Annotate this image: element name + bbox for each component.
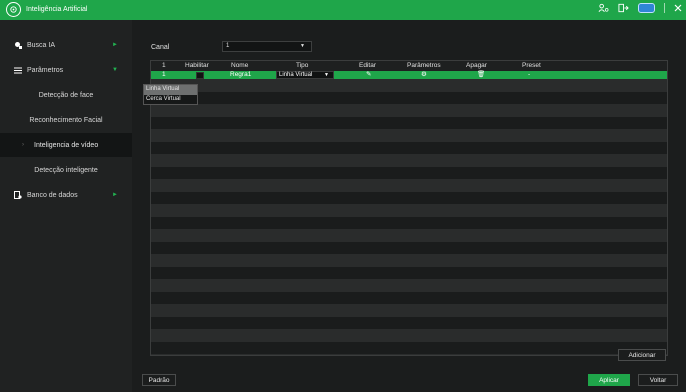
padrao-button[interactable]: Padrão <box>142 374 176 386</box>
empty-table-row <box>151 191 667 204</box>
option-cerca-virtual[interactable]: Cerca Virtual <box>144 95 197 105</box>
empty-table-row <box>151 241 667 254</box>
sidebar-item-label: Parâmetros <box>27 66 64 74</box>
window-title: Inteligência Artificial <box>26 6 88 13</box>
sidebar-item-deteccao-inteligente[interactable]: Detecção inteligente <box>0 158 132 182</box>
row-index: 1 <box>162 71 166 78</box>
empty-table-row <box>151 229 667 242</box>
sidebar-item-parametros[interactable]: Parâmetros ▼ <box>0 58 132 82</box>
header-tipo: Tipo <box>296 62 309 69</box>
header-habilitar: Habilitar <box>185 62 209 69</box>
empty-table-row <box>151 254 667 267</box>
header-apagar: Apagar <box>466 62 487 69</box>
sidebar-item-busca-ia[interactable]: Busca IA ► <box>0 33 132 57</box>
empty-table-row <box>151 166 667 179</box>
collapse-arrow-icon: ▼ <box>112 67 118 73</box>
sidebar-item-label: Detecção de face <box>38 91 94 99</box>
sidebar-item-reconhecimento-facial[interactable]: Reconhecimento Facial <box>0 108 132 132</box>
delete-icon[interactable]: 🗑 <box>477 71 485 79</box>
sidebar: Busca IA ► Parâmetros ▼ Detecção de face… <box>0 20 132 392</box>
expand-arrow-icon: ► <box>112 42 118 48</box>
user-settings-icon[interactable] <box>598 3 609 13</box>
sidebar-item-deteccao-face[interactable]: Detecção de face <box>0 83 132 107</box>
header-nome: Nome <box>231 62 249 69</box>
row-preset: - <box>528 71 531 78</box>
table-header: 1 Habilitar Nome Tipo Editar Parâmetros … <box>151 61 667 71</box>
sidebar-item-label: Reconhecimento Facial <box>29 116 103 124</box>
sidebar-item-label: Detecção inteligente <box>34 166 98 174</box>
empty-table-row <box>151 141 667 154</box>
tipo-value: Linha Virtual <box>279 72 313 78</box>
sidebar-item-label: Banco de dados <box>27 191 78 199</box>
badge-icon[interactable] <box>638 3 655 13</box>
close-icon[interactable] <box>674 4 682 12</box>
empty-table-row <box>151 116 667 129</box>
chevron-right-icon: › <box>22 142 24 148</box>
empty-table-row <box>151 304 667 317</box>
header-preset: Preset <box>522 62 541 69</box>
chevron-down-icon: ▼ <box>324 72 329 78</box>
table-row[interactable]: 1 Regra1 Linha Virtual ▼ ✎ ⚙ 🗑 - <box>151 71 667 79</box>
canal-label: Canal <box>151 44 170 51</box>
expand-arrow-icon: ► <box>112 192 118 198</box>
list-icon <box>14 66 22 74</box>
empty-table-row <box>151 216 667 229</box>
empty-table-row <box>151 316 667 329</box>
logout-icon[interactable] <box>618 3 629 13</box>
empty-table-row <box>151 104 667 117</box>
search-ai-icon <box>14 41 22 49</box>
empty-table-row <box>151 129 667 142</box>
sidebar-item-label: Inteligencia de vídeo <box>34 141 99 149</box>
option-linha-virtual[interactable]: Linha Virtual <box>144 85 197 95</box>
aplicar-button[interactable]: Aplicar <box>588 374 630 386</box>
settings-icon[interactable]: ⚙ <box>421 71 427 79</box>
voltar-button[interactable]: Voltar <box>638 374 678 386</box>
empty-table-row <box>151 354 667 355</box>
row-nome: Regra1 <box>230 71 252 78</box>
empty-table-row <box>151 266 667 279</box>
edit-icon[interactable]: ✎ <box>366 71 371 79</box>
rules-table: 1 Habilitar Nome Tipo Editar Parâmetros … <box>150 60 668 356</box>
empty-table-row <box>151 154 667 167</box>
database-icon <box>14 191 22 199</box>
header-parametros: Parâmetros <box>407 62 441 69</box>
empty-table-row <box>151 341 667 354</box>
empty-table-row <box>151 79 667 92</box>
canal-select[interactable]: 1 ▼ <box>222 41 312 52</box>
empty-table-row <box>151 329 667 342</box>
empty-table-row <box>151 91 667 104</box>
title-bar: Inteligência Artificial <box>0 0 686 20</box>
sidebar-item-banco-dados[interactable]: Banco de dados ► <box>0 183 132 207</box>
sidebar-item-inteligencia-video[interactable]: › Inteligencia de vídeo <box>0 133 132 157</box>
empty-table-row <box>151 279 667 292</box>
canal-value: 1 <box>226 43 230 49</box>
header-index: 1 <box>162 62 166 69</box>
header-editar: Editar <box>359 62 376 69</box>
empty-table-row <box>151 291 667 304</box>
tipo-dropdown-menu: Linha Virtual Cerca Virtual <box>143 84 198 105</box>
main-panel: Canal 1 ▼ 1 Habilitar Nome Tipo Editar P… <box>132 20 686 392</box>
empty-table-row <box>151 179 667 192</box>
adicionar-button[interactable]: Adicionar <box>618 349 666 361</box>
sidebar-item-label: Busca IA <box>27 41 56 49</box>
chevron-down-icon: ▼ <box>300 43 305 49</box>
divider <box>664 3 665 13</box>
logo-icon <box>6 2 21 17</box>
empty-table-row <box>151 204 667 217</box>
habilitar-checkbox[interactable] <box>196 71 204 79</box>
tipo-select[interactable]: Linha Virtual ▼ <box>276 71 334 79</box>
